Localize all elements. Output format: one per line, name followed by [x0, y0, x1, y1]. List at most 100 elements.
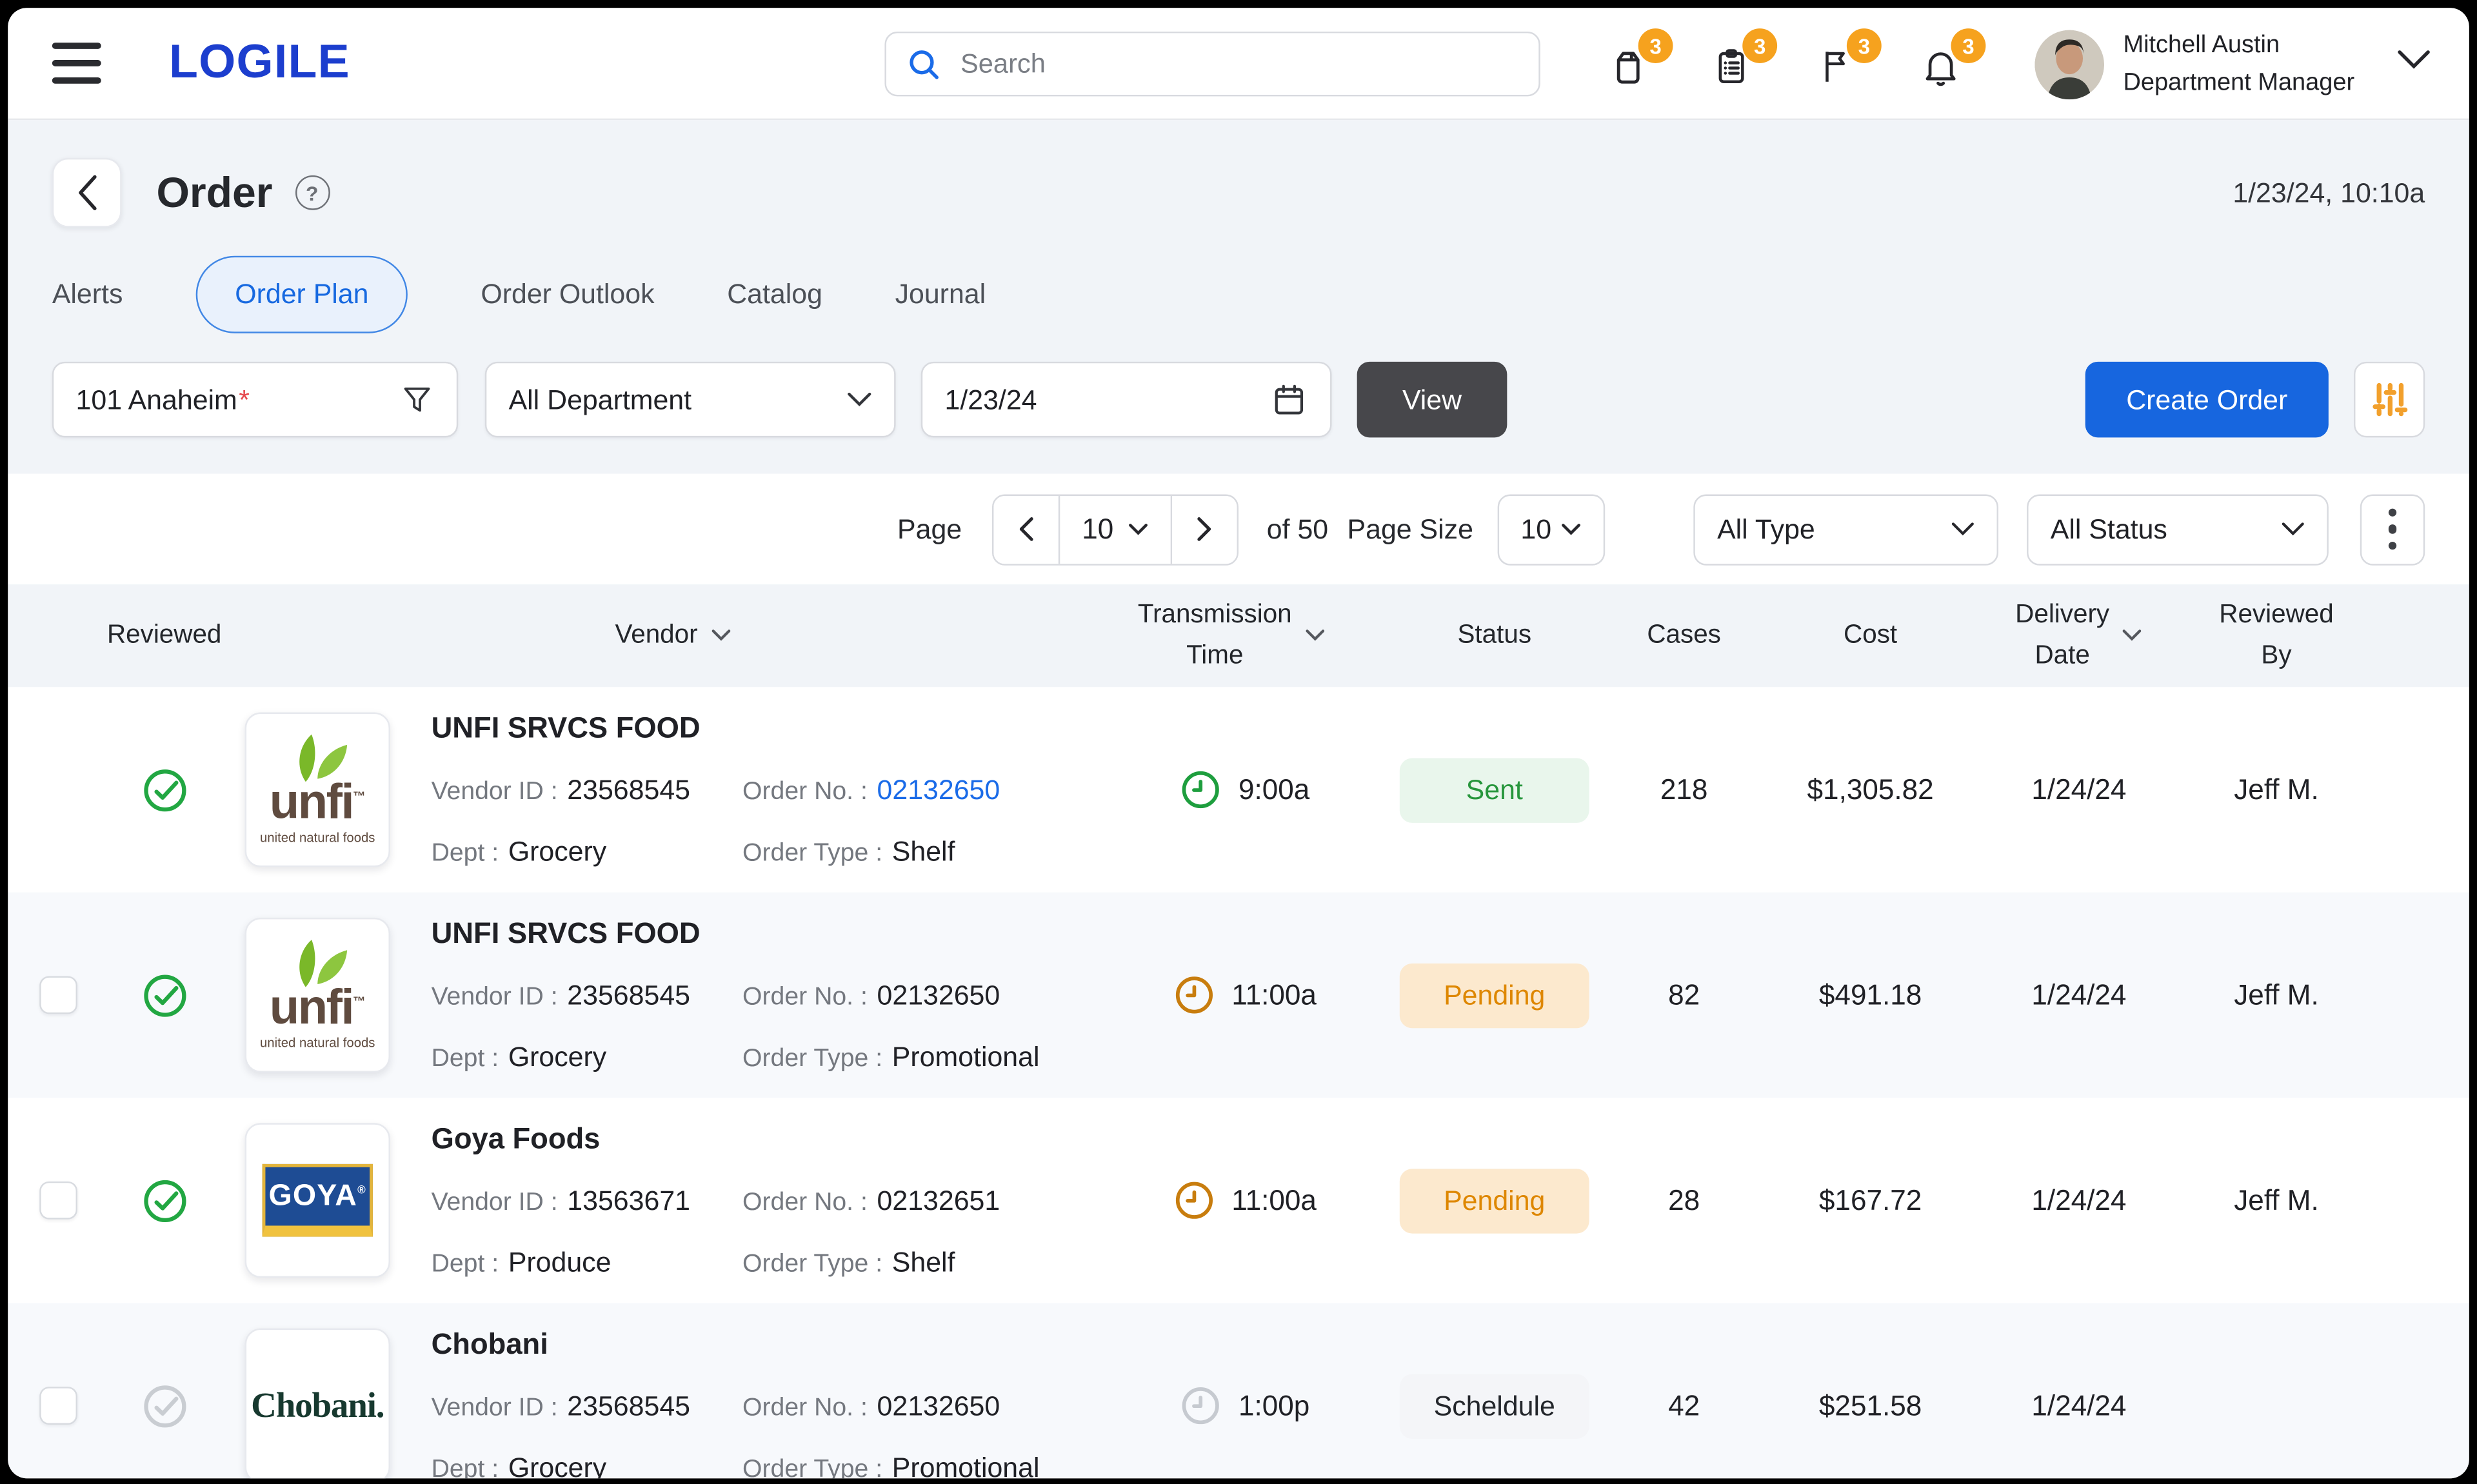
column-cases: Cases — [1615, 615, 1754, 656]
sort-chevron-icon — [2122, 629, 2143, 643]
status-badge: Scheldule — [1400, 1373, 1589, 1438]
vendor-info: UNFI SRVCS FOOD Vendor ID :23568545 Orde… — [415, 711, 1113, 869]
vendor-logo-chobani: Chobani. — [245, 1329, 390, 1479]
transmission-time: 9:00a — [1114, 767, 1375, 812]
funnel-filter-icon[interactable] — [400, 382, 435, 417]
column-settings-sliders-icon[interactable] — [2354, 362, 2425, 438]
next-page-button[interactable] — [1172, 495, 1237, 563]
create-order-button[interactable]: Create Order — [2085, 362, 2329, 438]
more-options-kebab-icon[interactable] — [2360, 493, 2425, 564]
title-row: Order ? 1/23/24, 10:10a — [52, 120, 2425, 228]
sort-chevron-icon — [710, 629, 731, 643]
status-badge: Sent — [1400, 757, 1589, 822]
date-value: 1/23/24 — [945, 383, 1037, 416]
vendor-info: UNFI SRVCS FOOD Vendor ID :23568545 Orde… — [415, 916, 1113, 1074]
column-reviewed-by: Reviewed By — [2171, 595, 2382, 676]
transmission-time: 1:00p — [1114, 1383, 1375, 1428]
cases-value: 218 — [1615, 773, 1754, 806]
search-input[interactable] — [960, 48, 1520, 80]
reviewed-check-icon[interactable] — [109, 971, 219, 1020]
calendar-icon[interactable] — [1270, 381, 1308, 419]
column-reviewed: Reviewed — [109, 615, 219, 656]
sort-chevron-icon — [1304, 629, 1325, 643]
reviewed-by-value: Jeff M. — [2171, 978, 2382, 1011]
delivery-date-value: 1/24/24 — [1987, 1389, 2171, 1422]
tab-alerts[interactable]: Alerts — [52, 277, 123, 310]
column-transmission-time[interactable]: Transmission Time — [1101, 595, 1362, 676]
page-range-label: of 50 — [1267, 513, 1328, 546]
current-page-select[interactable]: 10 — [1059, 495, 1172, 563]
view-button[interactable]: View — [1357, 362, 1507, 438]
vendor-id: 23568545 — [567, 1390, 690, 1423]
logile-logo: LOGILE — [169, 36, 350, 90]
orders-package-button[interactable]: 3 — [1607, 35, 1654, 88]
filter-row: 101 Anaheim* All Department 1/23/24 — [52, 362, 2425, 438]
transmission-time: 11:00a — [1114, 1178, 1375, 1223]
page-title: Order — [156, 168, 272, 217]
user-menu[interactable]: Mitchell Austin Department Manager — [2034, 27, 2354, 103]
user-menu-chevron-down-icon[interactable] — [2396, 49, 2431, 76]
reviewed-check-icon[interactable] — [109, 766, 219, 815]
vendor-id: 23568545 — [567, 774, 690, 807]
cases-value: 42 — [1615, 1389, 1754, 1422]
pager-control: 10 — [992, 493, 1238, 564]
delivery-date-value: 1/24/24 — [1987, 978, 2171, 1011]
cases-value: 28 — [1615, 1184, 1754, 1217]
row-checkbox[interactable] — [39, 1387, 77, 1425]
reviewed-by-value: Jeff M. — [2171, 773, 2382, 806]
notifications-bell-button[interactable]: 3 — [1920, 35, 1967, 88]
store-filter-input[interactable]: 101 Anaheim* — [52, 362, 458, 438]
user-name: Mitchell Austin — [2123, 27, 2354, 65]
table-header: Reviewed Vendor Transmission Time Status… — [8, 584, 2469, 687]
hamburger-menu-button[interactable] — [52, 43, 106, 84]
window-content: LOGILE 3 — [8, 8, 2469, 1478]
page-size-label: Page Size — [1348, 513, 1473, 546]
store-filter-value: 101 Anaheim — [76, 383, 237, 416]
vendor-id: 23568545 — [567, 979, 690, 1012]
flag-button[interactable]: 3 — [1815, 35, 1862, 88]
reviewed-check-icon[interactable] — [109, 1176, 219, 1225]
order-type: Shelf — [892, 1246, 955, 1279]
tab-journal[interactable]: Journal — [895, 277, 986, 310]
order-type: Promotional — [892, 1452, 1040, 1479]
order-number-link[interactable]: 02132650 — [877, 774, 1000, 807]
order-type: Promotional — [892, 1041, 1040, 1074]
clock-icon — [1171, 1178, 1216, 1223]
column-status: Status — [1375, 615, 1615, 656]
checklist-badge: 3 — [1742, 28, 1777, 63]
column-vendor[interactable]: Vendor — [324, 615, 1022, 656]
help-icon[interactable]: ? — [295, 175, 330, 210]
back-button[interactable] — [52, 158, 122, 228]
top-icon-group: 3 3 3 — [1607, 35, 1967, 88]
notifications-badge: 3 — [1951, 28, 1986, 63]
column-delivery-date[interactable]: Delivery Date — [1987, 595, 2171, 676]
row-checkbox[interactable] — [39, 1182, 77, 1220]
tab-order-outlook[interactable]: Order Outlook — [481, 277, 654, 310]
vendor-logo-unfi: unfi™ united natural foods — [245, 918, 390, 1073]
department-select[interactable]: All Department — [485, 362, 896, 438]
type-filter-select[interactable]: All Type — [1693, 493, 1998, 564]
department: Grocery — [508, 836, 606, 869]
page-label: Page — [897, 513, 962, 546]
row-checkbox[interactable] — [39, 976, 77, 1014]
tab-catalog[interactable]: Catalog — [727, 277, 822, 310]
chevron-down-icon — [2281, 521, 2305, 537]
status-badge: Pending — [1400, 963, 1589, 1027]
page-range: of 50 Page Size — [1267, 513, 1473, 546]
cost-value: $1,305.82 — [1753, 773, 1987, 806]
status-filter-select[interactable]: All Status — [2027, 493, 2329, 564]
date-picker-input[interactable]: 1/23/24 — [921, 362, 1332, 438]
table-row: unfi™ united natural foods UNFI SRVCS FO… — [8, 687, 2469, 892]
top-bar: LOGILE 3 — [8, 8, 2469, 120]
order-type: Shelf — [892, 836, 955, 869]
previous-page-button[interactable] — [993, 495, 1058, 563]
order-number: 02132650 — [877, 979, 1000, 1012]
delivery-date-value: 1/24/24 — [1987, 773, 2171, 806]
user-role: Department Manager — [2123, 64, 2354, 103]
pagination-row: Page 10 of 50 Page Size 10 — [8, 474, 2469, 584]
clock-icon — [1171, 973, 1216, 1018]
tab-order-plan[interactable]: Order Plan — [195, 255, 408, 333]
flags-badge: 3 — [1847, 28, 1882, 63]
page-size-select[interactable]: 10 — [1497, 493, 1605, 564]
checklist-clipboard-button[interactable]: 3 — [1711, 35, 1758, 88]
